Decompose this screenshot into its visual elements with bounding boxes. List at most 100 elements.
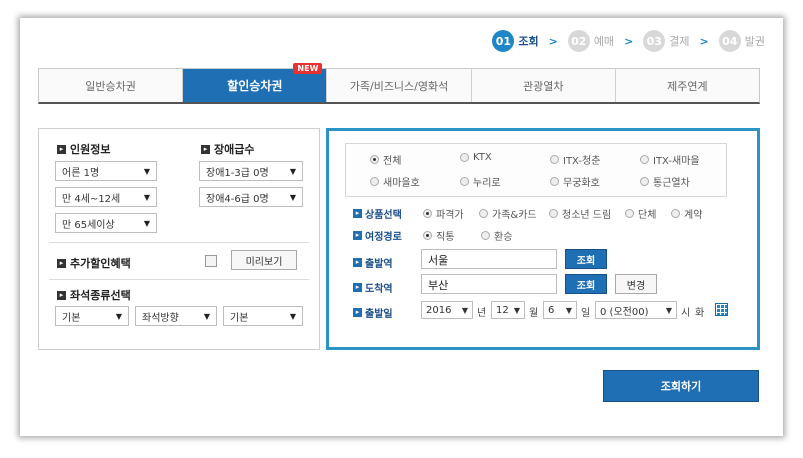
month-unit: 월 [529, 308, 539, 319]
time-unit: 시 [681, 308, 691, 319]
step-arrow-icon: > [548, 34, 558, 48]
tab-tour-train-label: 관광열차 [522, 79, 564, 93]
tab-discount-label: 할인승차권 [227, 79, 283, 93]
arrival-search-button[interactable]: 조회 [565, 274, 607, 294]
time-select[interactable]: 0 (오전00) ▼ [595, 301, 677, 319]
tab-family-business[interactable]: 가족/비즈니스/영화석 [327, 69, 472, 102]
route-transfer-label: 환승 [494, 232, 513, 243]
seat-type-select[interactable]: 기본 ▼ [55, 306, 129, 326]
radio-icon [625, 209, 634, 218]
radio-icon [460, 177, 469, 186]
child-select-value: 만 4세~12세 [62, 193, 121, 205]
passenger-panel: ▸ 인원정보 ▸ 장애급수 어른 1명 ▼ 장애1-3급 0명 ▼ 만 4세~12세 ▼ … [38, 128, 320, 350]
tab-discount[interactable]: 할인승차권 NEW [183, 63, 328, 102]
radio-icon [671, 209, 680, 218]
chevron-down-icon: ▼ [203, 311, 210, 321]
train-type-all[interactable]: 전체 [370, 152, 401, 167]
disability-46-select[interactable]: 장애4-6급 0명 ▼ [199, 187, 303, 207]
train-type-itx-saemaeul[interactable]: ITX-새마을 [640, 152, 700, 167]
year-value: 2016 [426, 304, 452, 316]
route-heading: ▸ 여정경로 [353, 228, 402, 243]
product-heading: ▸ 상품선택 [353, 206, 402, 221]
month-select[interactable]: 12 ▼ [491, 301, 525, 319]
step-2-number: 02 [567, 30, 590, 52]
bullet-icon: ▸ [353, 308, 362, 317]
disability-46-value: 장애4-6급 0명 [206, 193, 269, 205]
step-4: 04 발권 [718, 30, 765, 52]
departure-station-input[interactable]: 서울 [421, 249, 557, 269]
radio-icon [460, 153, 469, 162]
tab-regular[interactable]: 일반승차권 [39, 69, 184, 102]
step-4-number: 04 [718, 30, 741, 52]
disability-13-value: 장애1-3급 0명 [206, 167, 269, 179]
chevron-down-icon: ▼ [289, 311, 296, 321]
month-value: 12 [496, 304, 509, 316]
train-type-ktx[interactable]: KTX [460, 152, 492, 163]
tab-jeju[interactable]: 제주연계 [615, 69, 760, 102]
product-option-1[interactable]: 파격가 [423, 206, 464, 221]
train-type-nuriro[interactable]: 누리로 [460, 174, 501, 189]
departure-heading: ▸ 출발역 [353, 255, 393, 270]
senior-select[interactable]: 만 65세이상 ▼ [55, 213, 157, 233]
route-transfer[interactable]: 환승 [481, 228, 512, 243]
arrival-heading: ▸ 도착역 [353, 280, 393, 295]
arrival-station-input[interactable]: 부산 [421, 274, 557, 294]
day-select[interactable]: 6 ▼ [543, 301, 577, 319]
radio-icon [481, 231, 490, 240]
passengers-title: 인원정보 [70, 143, 111, 156]
preview-button[interactable]: 미리보기 [231, 250, 297, 270]
train-type-itx-cheongchun-label: ITX-청춘 [563, 156, 601, 167]
seat-extra-select[interactable]: 기본 ▼ [223, 306, 303, 326]
departure-search-button[interactable]: 조회 [565, 249, 607, 269]
bullet-icon: ▸ [353, 231, 362, 240]
calendar-icon[interactable] [715, 303, 728, 316]
journey-panel: 전체 KTX ITX-청춘 ITX-새마을 새마을호 누리로 무궁화호 통근열차… [326, 128, 760, 350]
step-1: 01 조회 [492, 30, 539, 52]
radio-icon [549, 209, 558, 218]
train-type-mugunghwa-label: 무궁화호 [563, 178, 600, 189]
train-type-all-label: 전체 [383, 156, 402, 167]
seat-direction-select[interactable]: 좌석방향 ▼ [135, 306, 217, 326]
product-option-5[interactable]: 계약 [671, 206, 702, 221]
radio-icon [550, 177, 559, 186]
arrival-title: 도착역 [365, 284, 393, 295]
radio-icon [370, 177, 379, 186]
departure-title: 출발역 [365, 259, 393, 270]
chevron-down-icon: ▼ [289, 192, 296, 202]
year-select[interactable]: 2016 ▼ [421, 301, 473, 319]
radio-icon [640, 177, 649, 186]
disability-13-select[interactable]: 장애1-3급 0명 ▼ [199, 161, 303, 181]
discount-checkbox[interactable] [205, 255, 217, 267]
tab-family-business-label: 가족/비즈니스/영화석 [349, 79, 449, 93]
product-title: 상품선택 [365, 210, 402, 221]
product-option-2[interactable]: 가족&카드 [479, 206, 537, 221]
radio-icon [550, 155, 559, 164]
tab-tour-train[interactable]: 관광열차 [471, 69, 616, 102]
train-type-mugunghwa[interactable]: 무궁화호 [550, 174, 600, 189]
child-select[interactable]: 만 4세~12세 ▼ [55, 187, 157, 207]
product-option-3[interactable]: 청소년 드림 [549, 206, 611, 221]
train-type-ktx-label: KTX [473, 152, 492, 163]
discount-title: 추가할인혜택 [70, 257, 131, 270]
bullet-icon: ▸ [353, 209, 362, 218]
adult-select-value: 어른 1명 [62, 167, 100, 179]
adult-select[interactable]: 어른 1명 ▼ [55, 161, 157, 181]
bullet-icon: ▸ [201, 144, 210, 154]
train-type-itx-cheongchun[interactable]: ITX-청춘 [550, 152, 600, 167]
disability-heading: ▸ 장애급수 [201, 141, 254, 157]
train-type-commuter[interactable]: 통근열차 [640, 174, 690, 189]
route-direct[interactable]: 직통 [423, 228, 454, 243]
swap-stations-button[interactable]: 변경 [615, 274, 657, 294]
seat-extra-value: 기본 [230, 312, 249, 324]
product-option-3-label: 청소년 드림 [562, 210, 612, 221]
ticket-type-tabs: 일반승차권 할인승차권 NEW 가족/비즈니스/영화석 관광열차 제주연계 [38, 63, 760, 104]
product-option-2-label: 가족&카드 [492, 210, 537, 221]
day-value: 6 [548, 304, 555, 316]
search-submit-button[interactable]: 조회하기 [603, 370, 759, 402]
step-3: 03 결제 [643, 30, 690, 52]
train-type-itx-saemaeul-label: ITX-새마을 [653, 156, 700, 167]
product-option-4[interactable]: 단체 [625, 206, 656, 221]
passengers-heading: ▸ 인원정보 [57, 141, 110, 157]
tab-regular-label: 일반승차권 [85, 79, 136, 93]
train-type-saemaeul[interactable]: 새마을호 [370, 174, 420, 189]
